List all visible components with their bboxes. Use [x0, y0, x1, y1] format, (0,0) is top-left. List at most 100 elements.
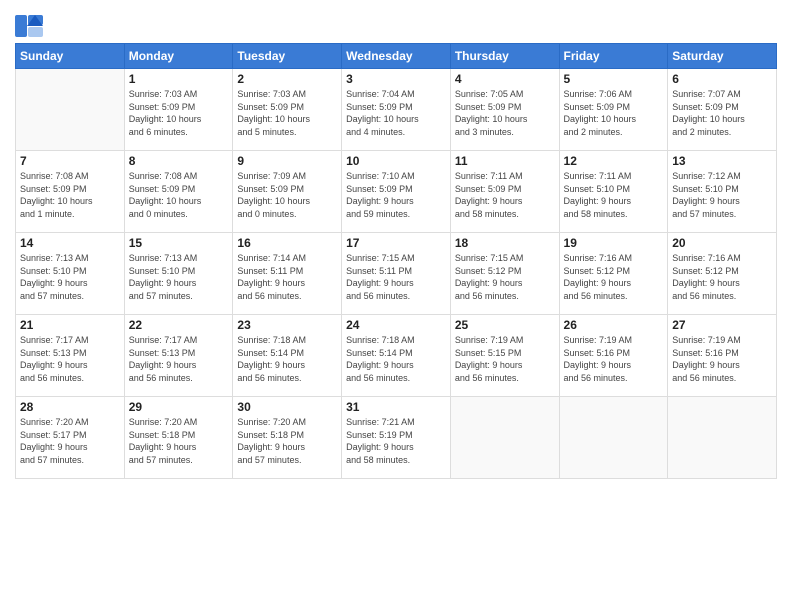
day-cell: 26Sunrise: 7:19 AMSunset: 5:16 PMDayligh… [559, 315, 668, 397]
header [15, 10, 777, 37]
day-number: 7 [20, 154, 120, 168]
day-info: Sunrise: 7:16 AMSunset: 5:12 PMDaylight:… [672, 252, 772, 302]
day-number: 19 [564, 236, 664, 250]
day-number: 3 [346, 72, 446, 86]
day-info: Sunrise: 7:18 AMSunset: 5:14 PMDaylight:… [346, 334, 446, 384]
calendar-table: SundayMondayTuesdayWednesdayThursdayFrid… [15, 43, 777, 479]
week-row-2: 7 Sunrise: 7:08 AMSunset: 5:09 PMDaylight… [16, 151, 777, 233]
day-cell: 2 Sunrise: 7:03 AMSunset: 5:09 PMDaylight… [233, 69, 342, 151]
day-info: Sunrise: 7:13 AMSunset: 5:10 PMDaylight:… [20, 252, 120, 302]
day-info: Sunrise: 7:04 AMSunset: 5:09 PMDaylight:… [346, 88, 446, 138]
day-number: 28 [20, 400, 120, 414]
week-row-3: 14 Sunrise: 7:13 AMSunset: 5:10 PMDayligh… [16, 233, 777, 315]
day-info: Sunrise: 7:19 AMSunset: 5:15 PMDaylight:… [455, 334, 555, 384]
day-info: Sunrise: 7:13 AMSunset: 5:10 PMDaylight:… [129, 252, 229, 302]
day-info: Sunrise: 7:15 AMSunset: 5:12 PMDaylight:… [455, 252, 555, 302]
day-info: Sunrise: 7:09 AMSunset: 5:09 PMDaylight:… [237, 170, 337, 220]
day-number: 6 [672, 72, 772, 86]
day-number: 24 [346, 318, 446, 332]
day-info: Sunrise: 7:17 AMSunset: 5:13 PMDaylight:… [129, 334, 229, 384]
day-info: Sunrise: 7:16 AMSunset: 5:12 PMDaylight:… [564, 252, 664, 302]
day-cell: 7 Sunrise: 7:08 AMSunset: 5:09 PMDaylight… [16, 151, 125, 233]
week-row-4: 21 Sunrise: 7:17 AMSunset: 5:13 PMDayligh… [16, 315, 777, 397]
day-cell: 8 Sunrise: 7:08 AMSunset: 5:09 PMDaylight… [124, 151, 233, 233]
weekday-header-thursday: Thursday [450, 44, 559, 69]
day-info: Sunrise: 7:03 AMSunset: 5:09 PMDaylight:… [237, 88, 337, 138]
day-number: 16 [237, 236, 337, 250]
day-cell: 18 Sunrise: 7:15 AMSunset: 5:12 PMDayligh… [450, 233, 559, 315]
day-info: Sunrise: 7:06 AMSunset: 5:09 PMDaylight:… [564, 88, 664, 138]
day-cell: 22 Sunrise: 7:17 AMSunset: 5:13 PMDayligh… [124, 315, 233, 397]
day-cell: 5 Sunrise: 7:06 AMSunset: 5:09 PMDaylight… [559, 69, 668, 151]
day-cell: 1 Sunrise: 7:03 AMSunset: 5:09 PMDaylight… [124, 69, 233, 151]
day-info: Sunrise: 7:20 AMSunset: 5:18 PMDaylight:… [237, 416, 337, 466]
day-cell: 21Sunrise: 7:17 AMSunset: 5:13 PMDayligh… [16, 315, 125, 397]
day-number: 15 [129, 236, 229, 250]
day-info: Sunrise: 7:05 AMSunset: 5:09 PMDaylight:… [455, 88, 555, 138]
day-number: 8 [129, 154, 229, 168]
day-cell: 17 Sunrise: 7:15 AMSunset: 5:11 PMDayligh… [342, 233, 451, 315]
day-cell: 11 Sunrise: 7:11 AMSunset: 5:09 PMDayligh… [450, 151, 559, 233]
day-info: Sunrise: 7:20 AMSunset: 5:17 PMDaylight:… [20, 416, 120, 466]
calendar-container: SundayMondayTuesdayWednesdayThursdayFrid… [0, 0, 792, 489]
day-number: 18 [455, 236, 555, 250]
day-number: 1 [129, 72, 229, 86]
day-cell: 4 Sunrise: 7:05 AMSunset: 5:09 PMDaylight… [450, 69, 559, 151]
day-cell [668, 397, 777, 479]
day-number: 10 [346, 154, 446, 168]
day-cell: 28 Sunrise: 7:20 AMSunset: 5:17 PMDayligh… [16, 397, 125, 479]
day-cell: 19 Sunrise: 7:16 AMSunset: 5:12 PMDayligh… [559, 233, 668, 315]
day-cell: 14 Sunrise: 7:13 AMSunset: 5:10 PMDayligh… [16, 233, 125, 315]
day-number: 12 [564, 154, 664, 168]
day-number: 11 [455, 154, 555, 168]
day-cell [16, 69, 125, 151]
day-cell: 6 Sunrise: 7:07 AMSunset: 5:09 PMDaylight… [668, 69, 777, 151]
day-number: 2 [237, 72, 337, 86]
day-info: Sunrise: 7:08 AMSunset: 5:09 PMDaylight:… [129, 170, 229, 220]
day-number: 25 [455, 318, 555, 332]
day-number: 14 [20, 236, 120, 250]
day-info: Sunrise: 7:08 AMSunset: 5:09 PMDaylight:… [20, 170, 120, 220]
weekday-header-friday: Friday [559, 44, 668, 69]
day-number: 31 [346, 400, 446, 414]
day-number: 22 [129, 318, 229, 332]
day-cell: 3 Sunrise: 7:04 AMSunset: 5:09 PMDaylight… [342, 69, 451, 151]
day-number: 21 [20, 318, 120, 332]
day-cell: 31 Sunrise: 7:21 AMSunset: 5:19 PMDayligh… [342, 397, 451, 479]
day-info: Sunrise: 7:11 AMSunset: 5:10 PMDaylight:… [564, 170, 664, 220]
weekday-header-sunday: Sunday [16, 44, 125, 69]
day-number: 26 [564, 318, 664, 332]
day-info: Sunrise: 7:07 AMSunset: 5:09 PMDaylight:… [672, 88, 772, 138]
day-info: Sunrise: 7:20 AMSunset: 5:18 PMDaylight:… [129, 416, 229, 466]
day-cell: 20Sunrise: 7:16 AMSunset: 5:12 PMDayligh… [668, 233, 777, 315]
day-number: 5 [564, 72, 664, 86]
week-row-5: 28 Sunrise: 7:20 AMSunset: 5:17 PMDayligh… [16, 397, 777, 479]
weekday-header-monday: Monday [124, 44, 233, 69]
day-cell: 15 Sunrise: 7:13 AMSunset: 5:10 PMDayligh… [124, 233, 233, 315]
logo [15, 15, 46, 37]
day-cell: 9Sunrise: 7:09 AMSunset: 5:09 PMDaylight… [233, 151, 342, 233]
day-info: Sunrise: 7:11 AMSunset: 5:09 PMDaylight:… [455, 170, 555, 220]
week-row-1: 1 Sunrise: 7:03 AMSunset: 5:09 PMDaylight… [16, 69, 777, 151]
day-cell: 13 Sunrise: 7:12 AMSunset: 5:10 PMDayligh… [668, 151, 777, 233]
day-info: Sunrise: 7:12 AMSunset: 5:10 PMDaylight:… [672, 170, 772, 220]
day-number: 27 [672, 318, 772, 332]
weekday-header-wednesday: Wednesday [342, 44, 451, 69]
weekday-header-tuesday: Tuesday [233, 44, 342, 69]
day-cell: 12 Sunrise: 7:11 AMSunset: 5:10 PMDayligh… [559, 151, 668, 233]
day-cell: 10 Sunrise: 7:10 AMSunset: 5:09 PMDayligh… [342, 151, 451, 233]
day-info: Sunrise: 7:03 AMSunset: 5:09 PMDaylight:… [129, 88, 229, 138]
day-cell: 24 Sunrise: 7:18 AMSunset: 5:14 PMDayligh… [342, 315, 451, 397]
logo-icon [15, 15, 43, 37]
day-cell [450, 397, 559, 479]
day-number: 30 [237, 400, 337, 414]
day-info: Sunrise: 7:14 AMSunset: 5:11 PMDaylight:… [237, 252, 337, 302]
day-cell: 23Sunrise: 7:18 AMSunset: 5:14 PMDayligh… [233, 315, 342, 397]
day-info: Sunrise: 7:15 AMSunset: 5:11 PMDaylight:… [346, 252, 446, 302]
day-info: Sunrise: 7:18 AMSunset: 5:14 PMDaylight:… [237, 334, 337, 384]
day-number: 17 [346, 236, 446, 250]
day-number: 13 [672, 154, 772, 168]
day-info: Sunrise: 7:21 AMSunset: 5:19 PMDaylight:… [346, 416, 446, 466]
day-number: 4 [455, 72, 555, 86]
day-info: Sunrise: 7:10 AMSunset: 5:09 PMDaylight:… [346, 170, 446, 220]
